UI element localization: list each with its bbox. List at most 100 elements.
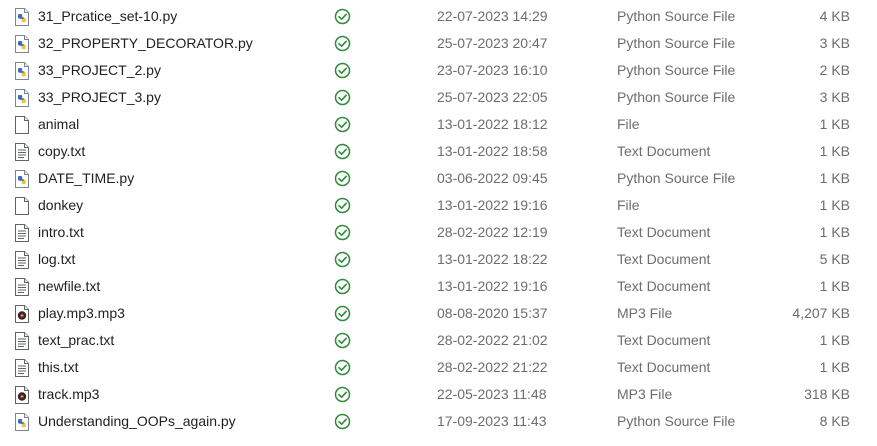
file-size: 318 KB: [804, 386, 850, 402]
file-row[interactable]: copy.txt 13-01-2022 18:58 Text Document 1 …: [0, 138, 877, 165]
synced-check-icon: [334, 165, 354, 192]
audio-file-icon: [14, 381, 32, 408]
audio-file-icon: [14, 300, 32, 327]
file-type: Python Source File: [617, 62, 736, 78]
file-name[interactable]: copy.txt: [38, 138, 85, 165]
synced-check-icon: [334, 381, 354, 408]
file-type: MP3 File: [617, 386, 673, 402]
file-size: 8 KB: [819, 413, 850, 429]
file-name[interactable]: donkey: [38, 192, 83, 219]
file-type: Text Document: [617, 143, 711, 159]
python-file-icon: [14, 3, 32, 30]
file-name[interactable]: this.txt: [38, 354, 78, 381]
blank-file-icon: [14, 192, 32, 219]
file-name[interactable]: intro.txt: [38, 219, 84, 246]
file-type: Text Document: [617, 278, 711, 294]
file-name[interactable]: track.mp3: [38, 381, 99, 408]
text-file-icon: [14, 354, 32, 381]
synced-check-icon: [334, 84, 354, 111]
file-row[interactable]: log.txt 13-01-2022 18:22 Text Document 5 K…: [0, 246, 877, 273]
file-row[interactable]: intro.txt 28-02-2022 12:19 Text Document 1…: [0, 219, 877, 246]
file-list: 31_Prcatice_set-10.py 22-07-2023 14:29 Py…: [0, 3, 877, 435]
file-name[interactable]: DATE_TIME.py: [38, 165, 134, 192]
file-row[interactable]: DATE_TIME.py 03-06-2022 09:45 Python Sour…: [0, 165, 877, 192]
file-row[interactable]: text_prac.txt 28-02-2022 21:02 Text Docum…: [0, 327, 877, 354]
file-row[interactable]: animal 13-01-2022 18:12 File 1 KB: [0, 111, 877, 138]
file-date-modified: 17-09-2023 11:43: [437, 413, 547, 429]
file-type: File: [617, 197, 640, 213]
file-size: 4,207 KB: [792, 305, 850, 321]
synced-check-icon: [334, 57, 354, 84]
file-size: 3 KB: [819, 35, 850, 51]
text-file-icon: [14, 246, 32, 273]
file-name[interactable]: Understanding_OOPs_again.py: [38, 408, 236, 435]
file-row[interactable]: this.txt 28-02-2022 21:22 Text Document 1 …: [0, 354, 877, 381]
file-row[interactable]: donkey 13-01-2022 19:16 File 1 KB: [0, 192, 877, 219]
file-name[interactable]: log.txt: [38, 246, 75, 273]
text-file-icon: [14, 327, 32, 354]
file-size: 1 KB: [819, 170, 850, 186]
file-row[interactable]: track.mp3 22-05-2023 11:48 MP3 File 318 KB: [0, 381, 877, 408]
file-type: Text Document: [617, 251, 711, 267]
file-name[interactable]: 33_PROJECT_3.py: [38, 84, 161, 111]
file-date-modified: 25-07-2023 20:47: [437, 35, 548, 51]
file-type: Text Document: [617, 359, 711, 375]
file-type: Text Document: [617, 332, 711, 348]
file-type: Python Source File: [617, 170, 736, 186]
file-name[interactable]: 31_Prcatice_set-10.py: [38, 3, 177, 30]
file-row[interactable]: 33_PROJECT_3.py 25-07-2023 22:05 Python S…: [0, 84, 877, 111]
file-date-modified: 13-01-2022 19:16: [437, 197, 548, 213]
file-size: 3 KB: [819, 89, 850, 105]
python-file-icon: [14, 30, 32, 57]
file-size: 4 KB: [819, 8, 850, 24]
file-row[interactable]: 31_Prcatice_set-10.py 22-07-2023 14:29 Py…: [0, 3, 877, 30]
file-type: File: [617, 116, 640, 132]
file-size: 2 KB: [819, 62, 850, 78]
file-date-modified: 28-02-2022 21:02: [437, 332, 548, 348]
synced-check-icon: [334, 111, 354, 138]
file-size: 1 KB: [819, 143, 850, 159]
synced-check-icon: [334, 273, 354, 300]
file-row[interactable]: Understanding_OOPs_again.py 17-09-2023 1…: [0, 408, 877, 435]
file-type: MP3 File: [617, 305, 673, 321]
file-date-modified: 22-05-2023 11:48: [437, 386, 547, 402]
file-date-modified: 13-01-2022 18:58: [437, 143, 548, 159]
synced-check-icon: [334, 192, 354, 219]
file-date-modified: 03-06-2022 09:45: [437, 170, 548, 186]
file-size: 1 KB: [819, 224, 850, 240]
synced-check-icon: [334, 327, 354, 354]
file-name[interactable]: 32_PROPERTY_DECORATOR.py: [38, 30, 253, 57]
file-row[interactable]: 32_PROPERTY_DECORATOR.py 25-07-2023 20:4…: [0, 30, 877, 57]
python-file-icon: [14, 408, 32, 435]
file-type: Python Source File: [617, 8, 736, 24]
file-type: Python Source File: [617, 35, 736, 51]
file-date-modified: 28-02-2022 21:22: [437, 359, 548, 375]
synced-check-icon: [334, 354, 354, 381]
file-row[interactable]: 33_PROJECT_2.py 23-07-2023 16:10 Python S…: [0, 57, 877, 84]
file-size: 1 KB: [819, 278, 850, 294]
file-size: 1 KB: [819, 116, 850, 132]
file-date-modified: 08-08-2020 15:37: [437, 305, 548, 321]
blank-file-icon: [14, 111, 32, 138]
file-date-modified: 13-01-2022 19:16: [437, 278, 548, 294]
file-type: Python Source File: [617, 413, 736, 429]
file-name[interactable]: animal: [38, 111, 79, 138]
file-date-modified: 23-07-2023 16:10: [437, 62, 548, 78]
synced-check-icon: [334, 300, 354, 327]
text-file-icon: [14, 138, 32, 165]
file-row[interactable]: newfile.txt 13-01-2022 19:16 Text Documen…: [0, 273, 877, 300]
synced-check-icon: [334, 246, 354, 273]
file-name[interactable]: 33_PROJECT_2.py: [38, 57, 161, 84]
file-name[interactable]: text_prac.txt: [38, 327, 114, 354]
file-name[interactable]: play.mp3.mp3: [38, 300, 125, 327]
synced-check-icon: [334, 408, 354, 435]
file-size: 1 KB: [819, 197, 850, 213]
synced-check-icon: [334, 138, 354, 165]
synced-check-icon: [334, 30, 354, 57]
file-date-modified: 13-01-2022 18:12: [437, 116, 548, 132]
file-row[interactable]: play.mp3.mp3 08-08-2020 15:37 MP3 File 4,2…: [0, 300, 877, 327]
synced-check-icon: [334, 3, 354, 30]
text-file-icon: [14, 273, 32, 300]
file-name[interactable]: newfile.txt: [38, 273, 100, 300]
text-file-icon: [14, 219, 32, 246]
